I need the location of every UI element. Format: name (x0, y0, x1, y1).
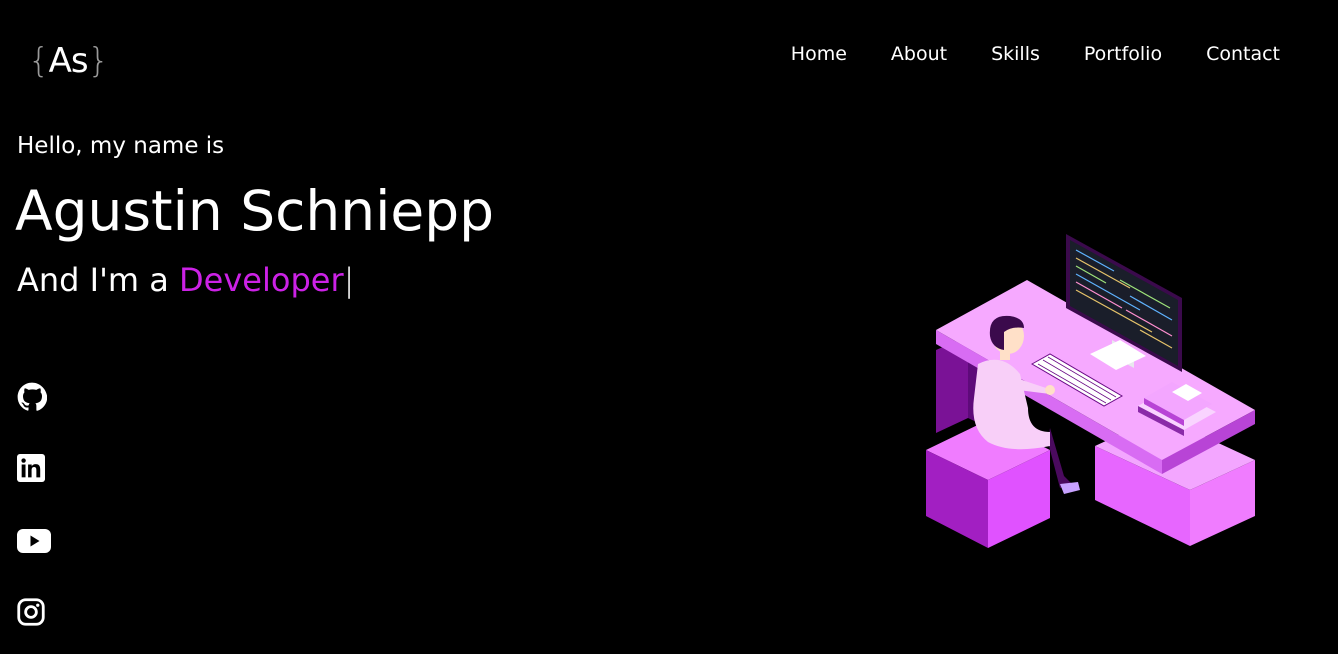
person-leg (1048, 428, 1072, 488)
nav-home[interactable]: Home (791, 42, 847, 66)
role-prefix: And I'm a (17, 261, 180, 299)
logo-brace-open: { (28, 41, 50, 81)
nav-portfolio[interactable]: Portfolio (1084, 42, 1162, 66)
developer-illustration (926, 234, 1255, 548)
nav-about[interactable]: About (891, 42, 947, 66)
github-icon[interactable] (17, 382, 47, 412)
nav-skills[interactable]: Skills (991, 42, 1040, 66)
nav-contact[interactable]: Contact (1206, 42, 1280, 66)
site-logo[interactable]: {As} (28, 40, 110, 82)
logo-initials: As (48, 41, 89, 81)
hero-name: Agustin Schniepp (15, 179, 495, 243)
linkedin-icon[interactable] (17, 454, 45, 482)
youtube-icon[interactable] (17, 528, 51, 554)
hero-page: {As} Home About Skills Portfolio Contact… (0, 0, 1338, 654)
hero-greeting: Hello, my name is (17, 133, 225, 159)
main-nav: Home About Skills Portfolio Contact (791, 42, 1280, 66)
logo-brace-close: } (87, 41, 110, 81)
hero-role: And I'm a Developer| (17, 260, 354, 300)
person-hand (1045, 385, 1055, 395)
role-highlight: Developer (179, 261, 344, 299)
person-shoe (1060, 482, 1080, 494)
typing-cursor: | (343, 261, 355, 299)
instagram-icon[interactable] (17, 598, 45, 626)
